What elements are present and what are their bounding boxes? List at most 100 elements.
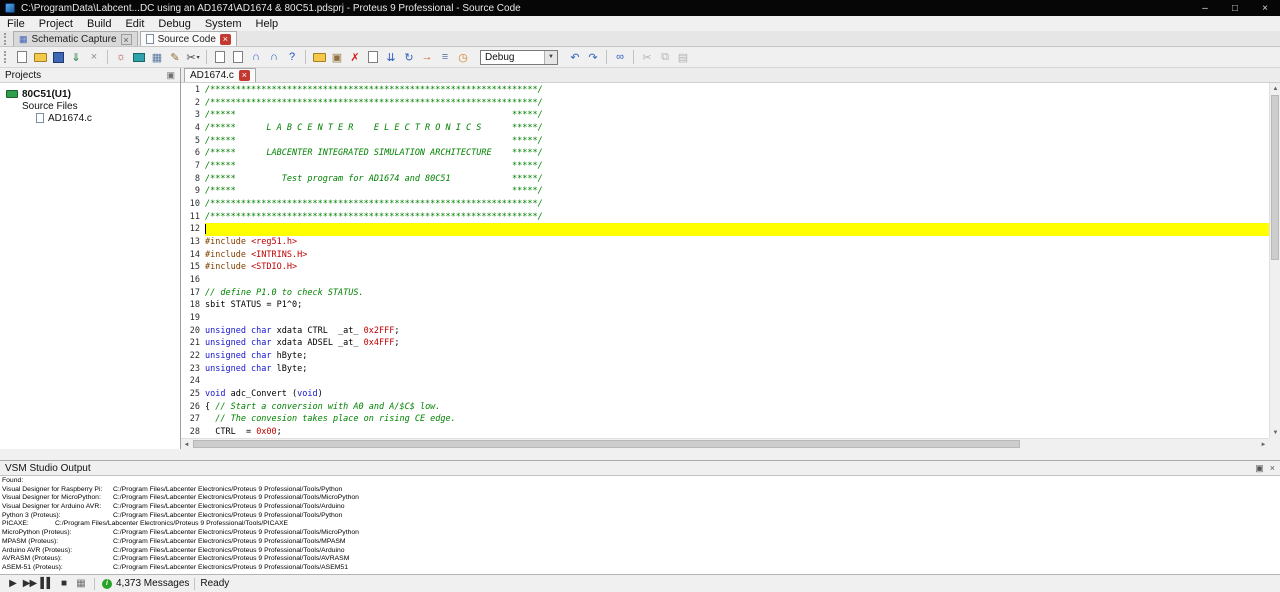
- code-line-16[interactable]: 16: [181, 274, 1269, 287]
- code-line-13[interactable]: 13 #include <reg51.h>: [181, 236, 1269, 249]
- float-panel-icon[interactable]: ▣: [166, 70, 175, 81]
- clock-icon[interactable]: ◷: [454, 49, 472, 66]
- code-line-4[interactable]: 4 /***** L A B C E N T E R E L E C T R O …: [181, 122, 1269, 135]
- open-project-icon[interactable]: [31, 49, 49, 66]
- code-line-19[interactable]: 19: [181, 312, 1269, 325]
- build-icon[interactable]: ▣: [328, 49, 346, 66]
- toolbar-grip[interactable]: [4, 50, 9, 63]
- stop-icon[interactable]: ■: [55, 578, 72, 589]
- display-icon[interactable]: [130, 49, 148, 66]
- code-line-15[interactable]: 15 #include <STDIO.H>: [181, 261, 1269, 274]
- cut-tool-icon[interactable]: ✂ ▾: [184, 49, 202, 66]
- cut-icon[interactable]: ✂: [638, 49, 656, 66]
- tab-schematic-capture[interactable]: ▦ Schematic Capture ×: [13, 31, 138, 46]
- code-line-28[interactable]: 28 CTRL = 0x00;: [181, 426, 1269, 438]
- log-icon[interactable]: ▦: [72, 578, 89, 589]
- code-line-5[interactable]: 5 /***** *****/: [181, 135, 1269, 148]
- code-area[interactable]: 1 /**************************************…: [181, 83, 1280, 438]
- panel-splitter[interactable]: [0, 449, 1280, 460]
- tree-item-ad1674-c[interactable]: AD1674.c: [0, 112, 180, 124]
- redo-icon[interactable]: ↷: [584, 49, 602, 66]
- close-tab-icon[interactable]: ×: [219, 33, 231, 45]
- float-panel-icon[interactable]: ▣: [1255, 463, 1264, 474]
- source-file-icon[interactable]: [364, 49, 382, 66]
- code-line-1[interactable]: 1 /**************************************…: [181, 84, 1269, 97]
- add-file-icon[interactable]: [211, 49, 229, 66]
- find-icon[interactable]: ∞: [611, 49, 629, 66]
- clean-icon[interactable]: ✗: [346, 49, 364, 66]
- code-line-27[interactable]: 27 // The convesion takes place on risin…: [181, 413, 1269, 426]
- menu-item-debug[interactable]: Debug: [151, 16, 197, 31]
- magnet-icon[interactable]: ∩: [247, 49, 265, 66]
- tab-bar-grip[interactable]: [4, 33, 9, 45]
- code-line-20[interactable]: 20 unsigned char xdata CTRL _at_ 0x2FFF;: [181, 325, 1269, 338]
- close-button[interactable]: ×: [1250, 0, 1280, 16]
- menu-item-edit[interactable]: Edit: [118, 16, 151, 31]
- code-line-2[interactable]: 2 /**************************************…: [181, 97, 1269, 110]
- close-project-icon[interactable]: ×: [85, 49, 103, 66]
- help-icon[interactable]: ?: [283, 49, 301, 66]
- output-lines: Found: Visual Designer for Raspberry Pi: C…: [0, 476, 1280, 574]
- close-tab-icon[interactable]: ×: [120, 33, 132, 45]
- menu-item-project[interactable]: Project: [32, 16, 80, 31]
- code-line-21[interactable]: 21 unsigned char xdata ADSEL _at_ 0x4FFF;: [181, 337, 1269, 350]
- menu-item-system[interactable]: System: [198, 16, 249, 31]
- code-line-17[interactable]: 17 // define P1.0 to check STATUS.: [181, 287, 1269, 300]
- code-line-24[interactable]: 24: [181, 375, 1269, 388]
- tree-item-source-files[interactable]: Source Files: [0, 100, 180, 112]
- code-line-14[interactable]: 14 #include <INTRINS.H>: [181, 249, 1269, 262]
- import-icon[interactable]: ⇓: [67, 49, 85, 66]
- code-line-12[interactable]: 12: [181, 223, 1269, 237]
- code-line-10[interactable]: 10 /*************************************…: [181, 198, 1269, 211]
- settings-gear-icon[interactable]: ☼: [112, 49, 130, 66]
- edit-pencil-icon[interactable]: ✎: [166, 49, 184, 66]
- code-line-11[interactable]: 11 /*************************************…: [181, 211, 1269, 224]
- menu-item-build[interactable]: Build: [80, 16, 118, 31]
- maximize-button[interactable]: □: [1220, 0, 1250, 16]
- code-line-18[interactable]: 18 sbit STATUS = P1^0;: [181, 299, 1269, 312]
- code-line-3[interactable]: 3 /***** *****/: [181, 109, 1269, 122]
- save-project-icon[interactable]: [49, 49, 67, 66]
- snap-magnet-icon[interactable]: ∩: [265, 49, 283, 66]
- close-panel-icon[interactable]: ×: [1270, 463, 1275, 474]
- remove-file-icon[interactable]: [229, 49, 247, 66]
- horizontal-scrollbar[interactable]: ◄ ►: [181, 438, 1269, 449]
- new-file-icon[interactable]: [13, 49, 31, 66]
- undo-icon[interactable]: ↶: [566, 49, 584, 66]
- code-line-8[interactable]: 8 /***** Test program for AD1674 and 80C5…: [181, 173, 1269, 186]
- projects-panel-header: Projects ▣: [0, 68, 180, 83]
- flash-icon[interactable]: →: [418, 49, 436, 66]
- copy-icon[interactable]: ⧉: [656, 49, 674, 66]
- minimize-button[interactable]: –: [1190, 0, 1220, 16]
- vertical-scroll-thumb[interactable]: [1271, 95, 1279, 260]
- rebuild-icon[interactable]: ↻: [400, 49, 418, 66]
- keypad-icon[interactable]: ▦: [148, 49, 166, 66]
- menu-item-help[interactable]: Help: [249, 16, 286, 31]
- close-file-icon[interactable]: ×: [238, 70, 250, 81]
- chevron-down-icon[interactable]: ▼: [544, 50, 557, 64]
- code-line-6[interactable]: 6 /***** LABCENTER INTEGRATED SIMULATION …: [181, 147, 1269, 160]
- file-tab-ad1674-c[interactable]: AD1674.c ×: [184, 68, 256, 82]
- code-line-26[interactable]: 26 { // Start a conversion with A0 and A/…: [181, 401, 1269, 414]
- messages-group[interactable]: i 4,373 Messages: [100, 578, 189, 589]
- code-line-25[interactable]: 25 void adc_Convert (void): [181, 388, 1269, 401]
- pause-icon[interactable]: ▌▌: [38, 578, 55, 589]
- tree-item-80c51[interactable]: 80C51(U1): [0, 88, 180, 100]
- code-line-23[interactable]: 23 unsigned char lByte;: [181, 363, 1269, 376]
- build-all-icon[interactable]: ⇊: [382, 49, 400, 66]
- run-icon[interactable]: ▶: [4, 578, 21, 589]
- new-folder-icon[interactable]: [310, 49, 328, 66]
- code-line-7[interactable]: 7 /***** *****/: [181, 160, 1269, 173]
- menu-item-file[interactable]: File: [0, 16, 32, 31]
- list-icon[interactable]: ≡: [436, 49, 454, 66]
- scroll-up-icon[interactable]: ▲: [1270, 83, 1280, 94]
- tab-source-code[interactable]: Source Code ×: [139, 31, 237, 46]
- vertical-scrollbar[interactable]: ▲ ▼: [1269, 83, 1280, 438]
- code-line-22[interactable]: 22 unsigned char hByte;: [181, 350, 1269, 363]
- horizontal-scroll-thumb[interactable]: [193, 440, 1020, 448]
- scroll-down-icon[interactable]: ▼: [1270, 427, 1280, 438]
- debug-combo[interactable]: Debug ▼: [480, 49, 558, 65]
- code-line-9[interactable]: 9 /***** *****/: [181, 185, 1269, 198]
- step-icon[interactable]: ▶▶: [21, 578, 38, 589]
- paste-icon[interactable]: ▤: [674, 49, 692, 66]
